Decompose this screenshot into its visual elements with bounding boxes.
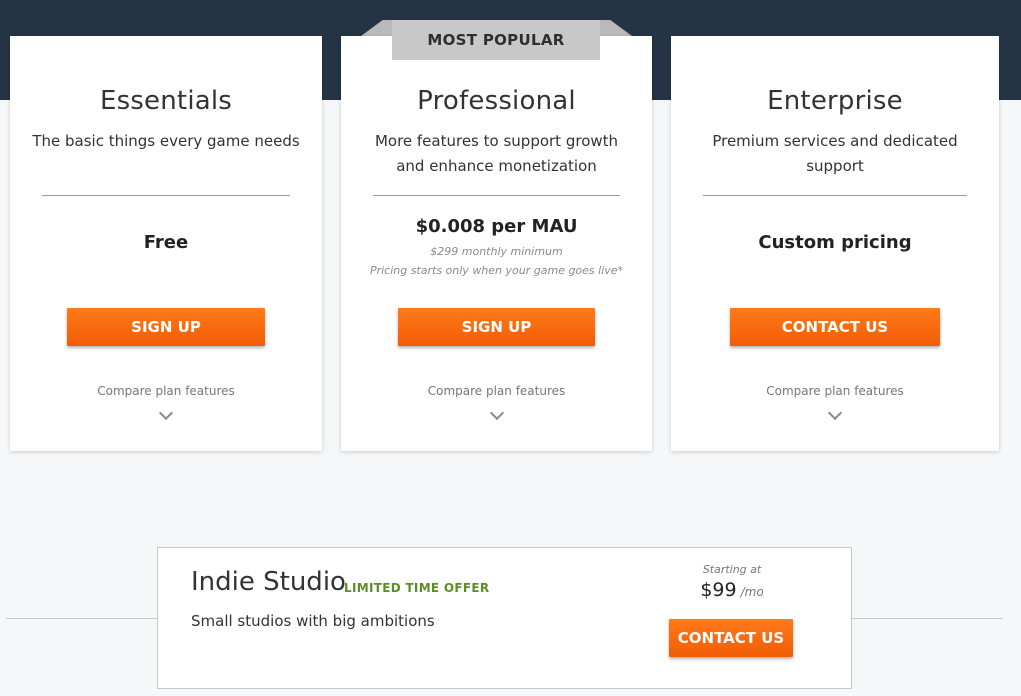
plan-description: The basic things every game needs <box>32 132 300 150</box>
chevron-down-icon[interactable] <box>489 405 504 421</box>
indie-description: Small studios with big ambitions <box>191 612 435 630</box>
indie-price-period: /mo <box>740 585 764 599</box>
plan-name: Essentials <box>99 86 233 116</box>
divider <box>373 195 620 196</box>
starting-at-label: Starting at <box>702 563 762 576</box>
indie-studio-panel: Indie Studio LIMITED TIME OFFER Small st… <box>157 547 852 689</box>
contact-us-button-enterprise[interactable]: CONTACT US <box>730 308 940 346</box>
chevron-down-icon[interactable] <box>158 405 174 421</box>
indie-price-amount: $99 <box>700 579 737 601</box>
plan-card-professional: Professional More features to support gr… <box>341 36 652 451</box>
divider <box>42 195 290 196</box>
price-note-minimum: $299 monthly minimum <box>430 245 563 258</box>
most-popular-ribbon: MOST POPULAR <box>392 20 600 60</box>
plan-description: Premium services and dedicated support <box>712 132 958 175</box>
plan-card-enterprise: Enterprise Premium services and dedicate… <box>671 36 999 451</box>
contact-us-button-indie[interactable]: CONTACT US <box>669 619 793 657</box>
plan-card-essentials: Essentials The basic things every game n… <box>10 36 322 451</box>
compare-plan-features-link[interactable]: Compare plan features <box>10 384 322 398</box>
plan-name: Professional <box>417 86 576 116</box>
compare-plan-features-link[interactable]: Compare plan features <box>671 384 999 398</box>
compare-plan-features-link[interactable]: Compare plan features <box>341 384 652 398</box>
plan-name: Enterprise <box>767 86 903 116</box>
limited-offer-badge: LIMITED TIME OFFER <box>344 581 490 595</box>
indie-title: Indie Studio <box>191 567 346 597</box>
divider <box>703 195 967 196</box>
sign-up-button-professional[interactable]: SIGN UP <box>398 308 595 346</box>
plan-price: $0.008 per MAU <box>415 216 578 237</box>
sign-up-button-essentials[interactable]: SIGN UP <box>67 308 265 346</box>
plan-price: Free <box>143 232 189 253</box>
plan-price: Custom pricing <box>758 232 912 253</box>
indie-price: $99/mo <box>668 579 796 601</box>
chevron-down-icon[interactable] <box>827 405 843 421</box>
price-note-live: Pricing starts only when your game goes … <box>369 264 624 277</box>
plan-description: More features to support growth and enha… <box>374 132 619 175</box>
